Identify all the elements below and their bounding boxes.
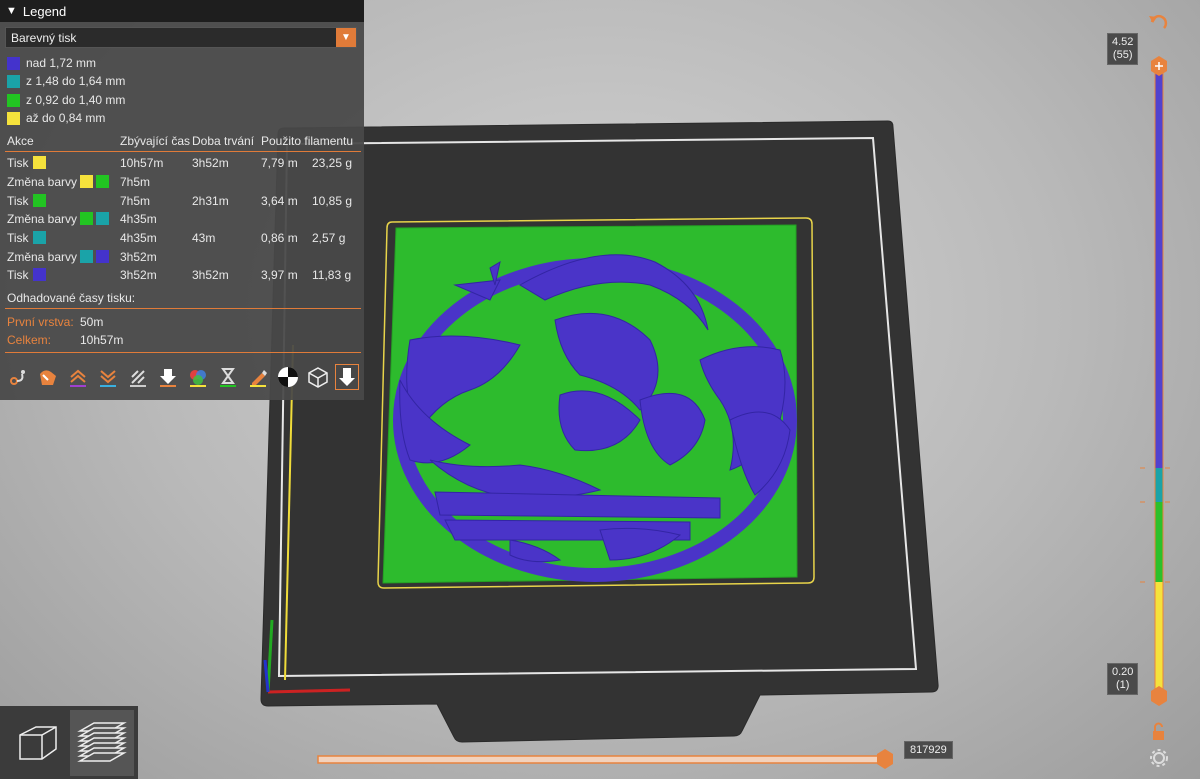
wipe-icon[interactable]: [36, 364, 60, 390]
legend-range-item: nad 1,72 mm: [7, 55, 96, 71]
legend-title: Legend: [22, 3, 67, 19]
view-toggle-bar: [0, 706, 138, 779]
legend-range-label: z 1,48 do 1,64 mm: [26, 74, 126, 88]
legend-range-label: až do 0,84 mm: [26, 111, 106, 125]
row-length: 3,97 m: [261, 268, 298, 282]
row-action: Změna barvy: [7, 250, 78, 264]
legend-range-item: z 1,48 do 1,64 mm: [7, 73, 125, 89]
color-swatch: [80, 212, 93, 225]
row-weight: 2,57 g: [312, 231, 346, 245]
row-remaining: 7h5m: [120, 175, 151, 189]
row-remaining: 4h35m: [120, 231, 157, 245]
row-action: Tisk: [7, 231, 29, 245]
color-changes-icon[interactable]: [186, 364, 210, 390]
column-header-used: Použito filamentu: [261, 134, 354, 148]
color-swatch: [7, 56, 20, 70]
bottom-layer-number: (1): [1115, 679, 1130, 691]
seams-icon[interactable]: [126, 364, 150, 390]
preview-layers-icon[interactable]: [70, 710, 134, 776]
row-remaining: 7h5m: [120, 194, 151, 208]
row-duration: 43m: [192, 231, 216, 245]
column-header-duration: Doba trvání: [192, 134, 255, 148]
color-swatch: [7, 74, 20, 88]
bottom-thumb[interactable]: [1148, 685, 1170, 707]
first-layer-label: První vrstva:: [7, 315, 74, 329]
row-weight: 10,85 g: [312, 194, 353, 208]
top-layer-label: 4.52 (55): [1107, 33, 1139, 65]
move-thumb[interactable]: [875, 748, 897, 770]
column-header-remaining: Zbývající čas: [120, 134, 191, 148]
retractions-icon[interactable]: [66, 364, 90, 390]
view-type-select[interactable]: Barevný tisk ▼: [5, 27, 357, 48]
row-duration: 2h31m: [192, 194, 229, 208]
row-action: Tisk: [7, 268, 29, 282]
chevron-down-icon[interactable]: ▼: [336, 28, 356, 47]
color-swatch: [33, 231, 46, 244]
row-action: Tisk: [7, 194, 29, 208]
custom-gcode-icon[interactable]: [246, 364, 270, 390]
row-length: 7,79 m: [261, 156, 298, 170]
row-action: Tisk: [7, 156, 29, 170]
first-layer-value: 50m: [80, 315, 104, 329]
row-remaining: 10h57m: [120, 156, 164, 170]
total-value: 10h57m: [80, 333, 124, 347]
color-swatch: [96, 250, 109, 263]
row-action: Změna barvy: [7, 212, 78, 226]
legend-range-item: až do 0,84 mm: [7, 110, 105, 126]
legend-range-label: nad 1,72 mm: [26, 56, 97, 70]
gear-icon[interactable]: [1148, 747, 1170, 769]
3d-view-icon[interactable]: [4, 710, 68, 776]
color-swatch: [7, 93, 20, 107]
row-remaining: 3h52m: [120, 268, 157, 282]
row-weight: 11,83 g: [312, 268, 352, 282]
header-divider: [5, 151, 361, 152]
deretractions-icon[interactable]: [96, 364, 120, 390]
row-remaining: 4h35m: [120, 212, 157, 226]
legend-range-item: z 0,92 do 1,40 mm: [7, 92, 125, 108]
color-swatch: [96, 212, 109, 225]
view-type-value: Barevný tisk: [11, 30, 77, 45]
undo-icon[interactable]: [1148, 12, 1170, 36]
legend-header[interactable]: ▼ Legend: [0, 0, 364, 22]
legend-toolbar: [6, 364, 362, 392]
row-duration: 3h52m: [192, 156, 229, 170]
top-layer-height: 4.52: [1112, 36, 1134, 48]
lock-icon[interactable]: [1149, 722, 1169, 742]
bottom-layer-height: 0.20: [1112, 666, 1134, 678]
color-swatch: [80, 250, 93, 263]
collapse-triangle-icon[interactable]: ▼: [6, 5, 17, 17]
tool-changes-icon[interactable]: [156, 364, 180, 390]
move-value-label: 817929: [904, 741, 953, 759]
toolbar-divider: [5, 352, 361, 353]
color-swatch: [33, 194, 46, 207]
travel-icon[interactable]: [6, 364, 30, 390]
column-header-action: Akce: [7, 134, 34, 148]
bottom-layer-label: 0.20 (1): [1107, 663, 1139, 695]
color-swatch: [33, 268, 46, 281]
row-length: 0,86 m: [261, 231, 298, 245]
color-swatch: [80, 175, 93, 188]
color-swatch: [7, 111, 20, 125]
row-weight: 23,25 g: [312, 156, 353, 170]
tool-marker-icon[interactable]: [335, 364, 359, 390]
shells-icon[interactable]: [306, 364, 330, 390]
color-swatch: [33, 156, 46, 169]
total-label: Celkem:: [7, 333, 52, 347]
legend-panel: ▼ Legend Barevný tisk ▼ nad 1,72 mm z 1,…: [0, 0, 364, 400]
legend-range-label: z 0,92 do 1,40 mm: [26, 93, 126, 107]
estimated-divider: [5, 308, 361, 309]
estimated-times-title: Odhadované časy tisku:: [7, 291, 136, 305]
row-action: Změna barvy: [7, 175, 78, 189]
center-of-gravity-icon[interactable]: [276, 364, 300, 390]
row-remaining: 3h52m: [120, 250, 157, 264]
row-length: 3,64 m: [261, 194, 298, 208]
color-swatch: [96, 175, 109, 188]
top-thumb-add-icon[interactable]: [1148, 55, 1170, 77]
row-duration: 3h52m: [192, 268, 229, 282]
top-layer-number: (55): [1112, 49, 1133, 61]
pause-icon[interactable]: [216, 364, 240, 390]
